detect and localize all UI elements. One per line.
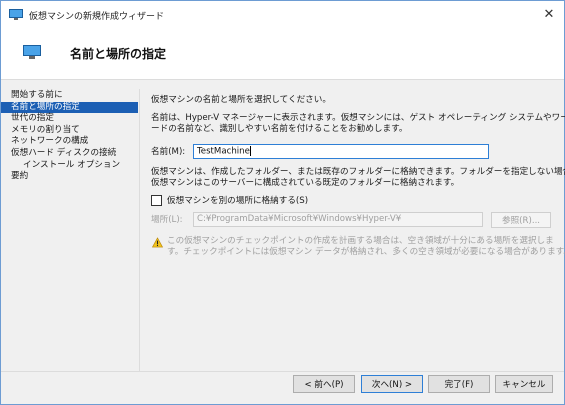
close-icon: ✕ xyxy=(543,7,555,22)
footer-divider xyxy=(1,371,564,372)
name-input[interactable]: TestMachine xyxy=(193,144,489,159)
nav-item-label: ネットワークの構成 xyxy=(11,136,89,147)
location-input-value: C:¥ProgramData¥Microsoft¥Windows¥Hyper-V… xyxy=(197,214,402,224)
warning-line-2: す。チェックポイントには仮想マシン データが格納され、多くの空き領域が必要になる… xyxy=(167,247,565,257)
location-input[interactable]: C:¥ProgramData¥Microsoft¥Windows¥Hyper-V… xyxy=(193,212,483,227)
nav-item-virtual-disk[interactable]: 仮想ハード ディスクの接続 xyxy=(1,148,138,160)
store-elsewhere-checkbox[interactable] xyxy=(151,195,162,206)
wizard-header: 名前と場所の指定 xyxy=(1,28,564,80)
store-elsewhere-label[interactable]: 仮想マシンを別の場所に格納する(S) xyxy=(167,196,308,207)
warning-triangle-icon xyxy=(152,237,163,248)
nav-item-install-options[interactable]: インストール オプション xyxy=(1,160,138,172)
vm-monitor-icon xyxy=(9,9,23,20)
page-title: 名前と場所の指定 xyxy=(70,47,167,61)
intro-text: 仮想マシンの名前と場所を選択してください。 xyxy=(151,95,331,105)
nav-divider xyxy=(139,89,140,371)
nav-item-network[interactable]: ネットワークの構成 xyxy=(1,136,138,148)
window-title: 仮想マシンの新規作成ウィザード xyxy=(29,12,165,22)
close-button[interactable]: ✕ xyxy=(534,1,564,28)
nav-item-memory[interactable]: メモリの割り当て xyxy=(1,125,138,137)
finish-button-label: 完了(F) xyxy=(444,380,474,390)
browse-button[interactable]: 参照(R)... xyxy=(491,212,551,228)
name-label: 名前(M): xyxy=(151,147,186,157)
nav-item-label: 開始する前に xyxy=(11,90,63,100)
nav-item-label: 世代の指定 xyxy=(11,113,54,124)
previous-button[interactable]: < 前へ(P) xyxy=(293,375,355,393)
storage-text-line-1: 仮想マシンは、作成したフォルダー、または既存のフォルダーに格納できます。フォルダ… xyxy=(151,167,565,177)
description-line-1: 名前は、Hyper-V マネージャーに表示されます。仮想マシンには、ゲスト オペ… xyxy=(151,113,565,123)
nav-item-label: 仮想ハード ディスクの接続 xyxy=(11,147,117,158)
nav-item-label: インストール オプション xyxy=(23,159,121,170)
warning-line-1: この仮想マシンのチェックポイントの作成を計画する場合は、空き領域が十分にある場所… xyxy=(167,236,554,246)
title-bar: 仮想マシンの新規作成ウィザード ✕ xyxy=(1,1,564,28)
next-button-label: 次へ(N) > xyxy=(371,380,413,390)
previous-button-label: < 前へ(P) xyxy=(304,380,344,390)
nav-item-label: 名前と場所の指定 xyxy=(11,101,80,112)
wizard-window: 仮想マシンの新規作成ウィザード ✕ 名前と場所の指定 開始する前に 名前と場所の… xyxy=(0,0,565,405)
finish-button[interactable]: 完了(F) xyxy=(428,375,490,393)
cancel-button-label: キャンセル xyxy=(502,380,546,390)
location-label: 場所(L): xyxy=(151,215,183,225)
vm-monitor-icon xyxy=(23,45,41,59)
nav-item-label: 要約 xyxy=(11,171,29,182)
nav-item-name-location[interactable]: 名前と場所の指定 xyxy=(1,101,138,114)
nav-item-label: メモリの割り当て xyxy=(11,124,80,135)
nav-item-generation[interactable]: 世代の指定 xyxy=(1,113,138,125)
wizard-steps-nav: 開始する前に 名前と場所の指定 世代の指定 メモリの割り当て ネットワークの構成… xyxy=(1,90,138,183)
cancel-button[interactable]: キャンセル xyxy=(495,375,553,393)
next-button[interactable]: 次へ(N) > xyxy=(361,375,423,393)
nav-item-before-you-begin[interactable]: 開始する前に xyxy=(1,90,138,102)
nav-item-summary[interactable]: 要約 xyxy=(1,171,138,183)
description-line-2: ードの名前など、識別しやすい名前を付けることをお勧めします。 xyxy=(151,124,408,134)
browse-button-label: 参照(R)... xyxy=(501,216,541,226)
name-input-value: TestMachine xyxy=(197,146,250,157)
storage-text-line-2: 仮想マシンはこのサーバーに構成されている既定のフォルダーに格納されます。 xyxy=(151,178,460,188)
